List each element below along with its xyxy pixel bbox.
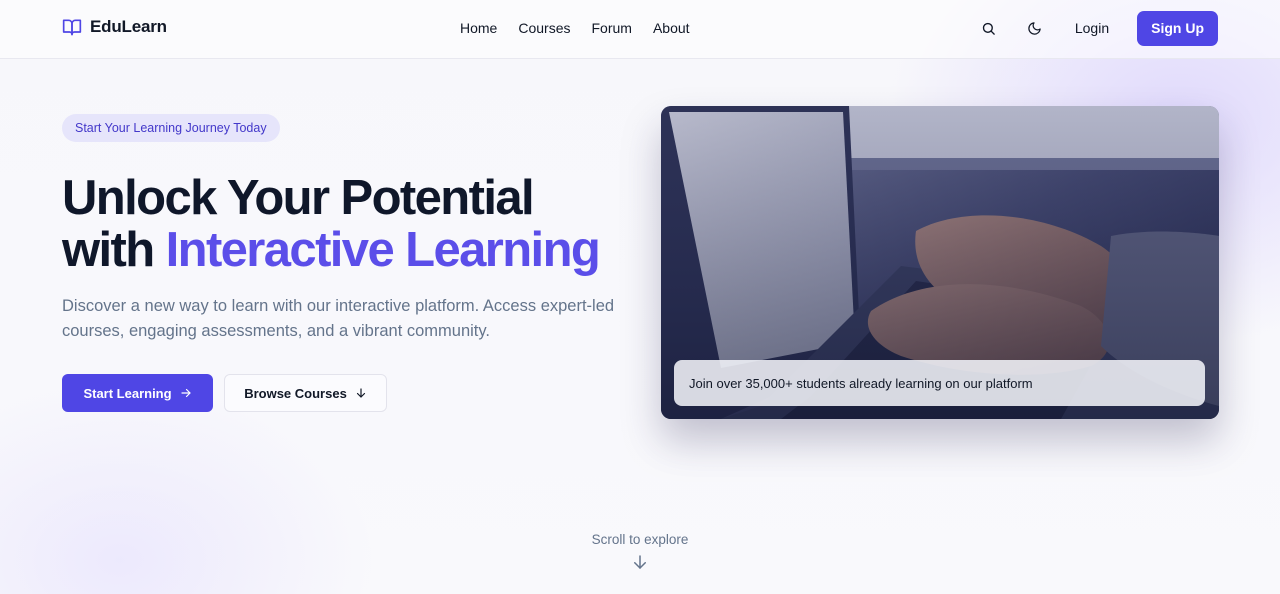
signup-button[interactable]: Sign Up (1137, 10, 1218, 46)
students-stat-banner: Join over 35,000+ students already learn… (674, 360, 1205, 406)
headline-line-2-prefix: with (62, 223, 166, 277)
search-icon (983, 22, 996, 35)
nav-link-home[interactable]: Home (460, 20, 497, 36)
hero-cta-group: Start Learning Browse Courses (62, 374, 387, 412)
hero-badge: Start Your Learning Journey Today (62, 114, 280, 142)
nav-link-about[interactable]: About (653, 20, 690, 36)
search-button[interactable] (971, 10, 1007, 46)
nav-link-courses[interactable]: Courses (518, 20, 570, 36)
headline-line-1: Unlock Your Potential (62, 171, 535, 225)
brand-logo[interactable]: EduLearn (62, 17, 167, 37)
headline-accent: Interactive Learning (165, 223, 601, 277)
start-learning-label: Start Learning (83, 385, 172, 401)
scroll-hint-text: Scroll to explore (591, 532, 689, 547)
brand-name: EduLearn (90, 17, 167, 36)
login-button[interactable]: Login (1075, 20, 1109, 36)
browse-courses-button[interactable]: Browse Courses (224, 374, 387, 412)
arrow-right-icon (180, 388, 191, 398)
moon-icon (1028, 21, 1042, 35)
hero-description: Discover a new way to learn with our int… (62, 297, 615, 340)
main-nav: Home Courses Forum About (460, 20, 690, 36)
top-navbar: EduLearn Home Courses Forum About Login … (0, 0, 1280, 59)
hero-headline: Unlock Your Potential with Interactive L… (62, 172, 642, 276)
theme-toggle-button[interactable] (1017, 10, 1053, 46)
browse-courses-label: Browse Courses (244, 385, 347, 401)
nav-actions: Login Sign Up (971, 10, 1218, 46)
hero-image-card: Join over 35,000+ students already learn… (661, 106, 1219, 419)
arrow-down-icon (634, 555, 646, 569)
scroll-hint[interactable]: Scroll to explore (540, 532, 740, 571)
start-learning-button[interactable]: Start Learning (62, 374, 213, 412)
arrow-down-icon (356, 388, 365, 398)
book-open-icon (62, 19, 82, 36)
nav-link-forum[interactable]: Forum (592, 20, 632, 36)
